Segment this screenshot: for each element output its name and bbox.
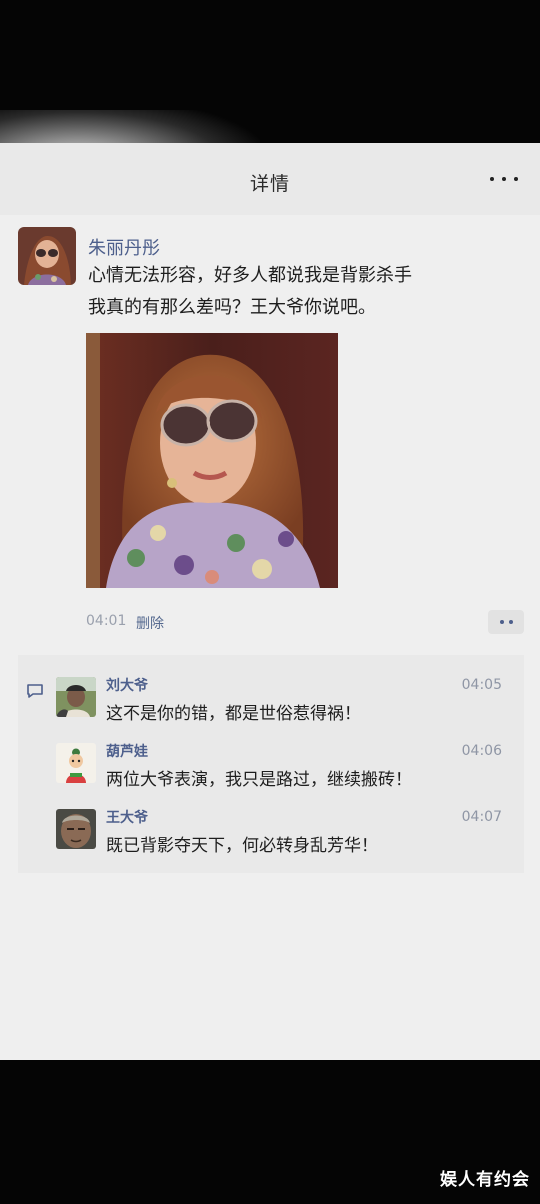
watermark-text: 娱人有约会 [440, 1170, 530, 1190]
moments-detail-screen: 详情 朱丽丹彤 心情无法形容，好多人都说我是背影杀手 我真的有那么差吗？王大爷你… [0, 143, 540, 1060]
post-time: 04:01 [86, 613, 127, 629]
commenter-name[interactable]: 王大爷 [106, 807, 148, 827]
more-dot-icon [502, 177, 506, 181]
post-text-line: 心情无法形容，好多人都说我是背影杀手 [88, 265, 412, 286]
more-dot-icon [490, 177, 494, 181]
commenter-name[interactable]: 葫芦娃 [106, 741, 148, 761]
post-text: 心情无法形容，好多人都说我是背影杀手 我真的有那么差吗？王大爷你说吧。 [88, 260, 508, 324]
action-dot-icon [499, 620, 504, 624]
post-text-line: 我真的有那么差吗？王大爷你说吧。 [88, 297, 376, 318]
comment-time: 04:05 [461, 677, 502, 693]
more-dot-icon [514, 177, 518, 181]
commenter-avatar[interactable] [56, 677, 96, 717]
top-bar: 详情 [0, 143, 540, 215]
comment-item[interactable]: 王大爷 04:07 既已背影夺天下，何必转身乱芳华！ [56, 805, 516, 861]
author-avatar[interactable] [18, 227, 76, 285]
like-comment-button[interactable] [488, 610, 524, 634]
comment-item[interactable]: 刘大爷 04:05 这不是你的错，都是世俗惹得祸！ [56, 673, 516, 729]
comment-time: 04:06 [461, 743, 502, 759]
comment-bubble-icon [27, 684, 43, 698]
comment-text: 两位大爷表演，我只是路过，继续搬砖！ [106, 770, 412, 790]
more-options-button[interactable] [490, 171, 518, 187]
action-dot-icon [508, 620, 513, 624]
delete-link[interactable]: 删除 [136, 613, 164, 633]
comments-section: 刘大爷 04:05 这不是你的错，都是世俗惹得祸！ 葫芦娃 04:06 两位大爷… [18, 655, 524, 873]
author-name[interactable]: 朱丽丹彤 [88, 234, 160, 260]
commenter-avatar[interactable] [56, 743, 96, 783]
comment-text: 既已背影夺天下，何必转身乱芳华！ [106, 836, 378, 856]
commenter-avatar[interactable] [56, 809, 96, 849]
comment-item[interactable]: 葫芦娃 04:06 两位大爷表演，我只是路过，继续搬砖！ [56, 739, 516, 795]
commenter-name[interactable]: 刘大爷 [106, 675, 148, 695]
comment-text: 这不是你的错，都是世俗惹得祸！ [106, 704, 361, 724]
comment-time: 04:07 [461, 809, 502, 825]
page-title: 详情 [249, 173, 290, 195]
post-photo[interactable] [86, 333, 338, 588]
